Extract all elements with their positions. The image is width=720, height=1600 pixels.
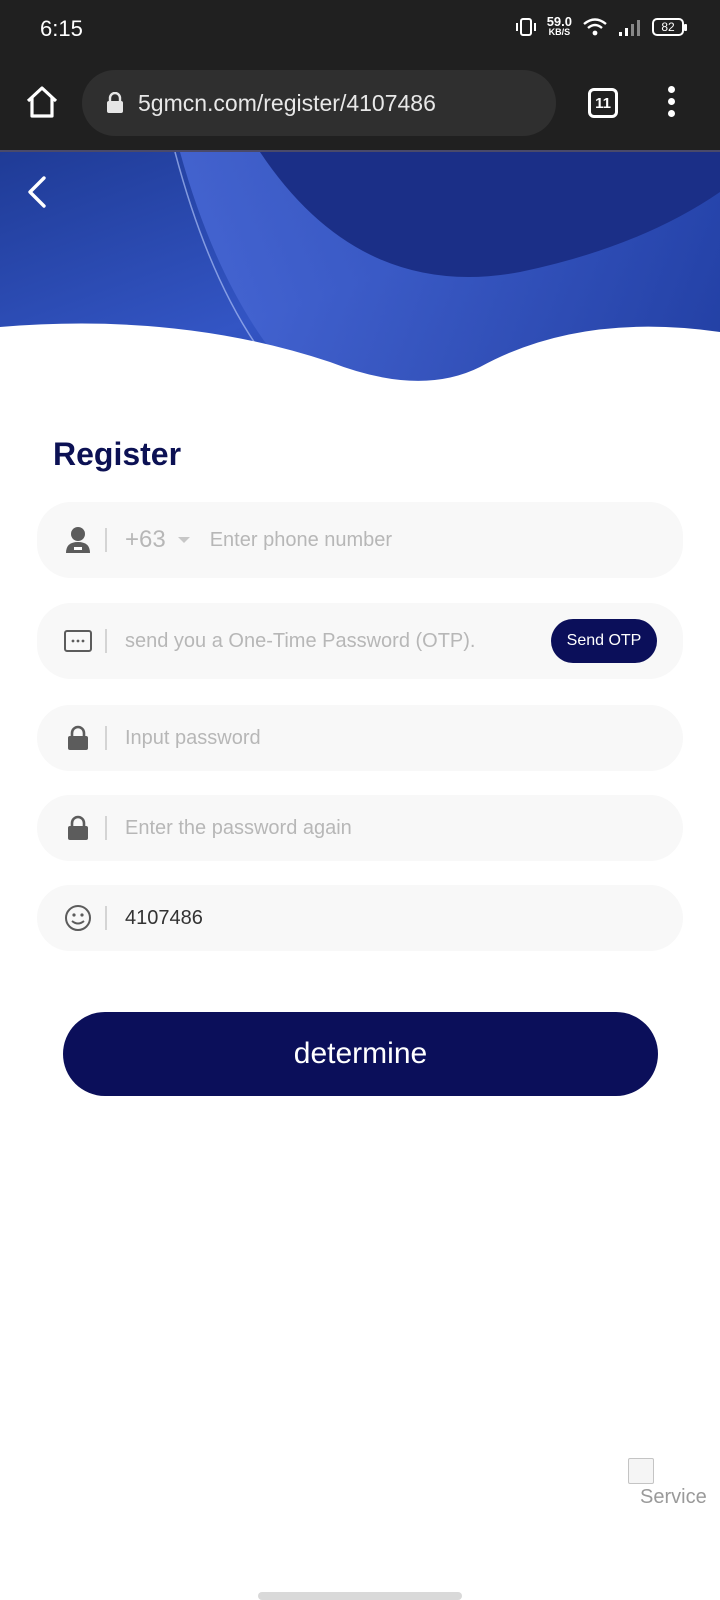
wifi-icon (583, 18, 607, 36)
status-bar: 6:15 59.0 KB/S 82 (0, 0, 720, 62)
otp-input[interactable]: send you a One-Time Password (OTP). (125, 630, 476, 653)
phone-field[interactable]: +63 Enter phone number (37, 502, 683, 578)
tab-switcher-button[interactable]: 11 (588, 88, 618, 118)
battery-icon: 82 (652, 18, 687, 36)
user-icon (63, 525, 93, 555)
gesture-nav-bar[interactable] (258, 1592, 462, 1600)
signal-icon (619, 20, 640, 36)
lock-icon (107, 92, 123, 113)
chevron-down-icon[interactable] (177, 537, 190, 543)
network-speed: 59.0 KB/S (546, 14, 572, 37)
customer-service-button[interactable]: Service (628, 1458, 718, 1518)
status-time: 6:15 (40, 16, 83, 41)
home-icon[interactable] (24, 84, 60, 120)
otp-field[interactable]: send you a One-Time Password (OTP). Send… (37, 603, 683, 679)
hero-banner (0, 152, 720, 412)
password-field[interactable]: Input password (37, 705, 683, 771)
address-bar[interactable]: 5gmcn.com/register/4107486 (82, 70, 556, 136)
page-title: Register (53, 436, 182, 472)
confirm-password-input[interactable]: Enter the password again (125, 817, 352, 840)
divider (105, 816, 107, 840)
divider (105, 528, 107, 552)
invite-code-field[interactable]: 4107486 (37, 885, 683, 951)
overflow-menu-icon[interactable] (664, 86, 678, 120)
url-text: 5gmcn.com/register/4107486 (138, 89, 436, 116)
status-icons: 59.0 KB/S 82 (515, 14, 687, 38)
keyboard-icon (63, 626, 93, 656)
smiley-icon (63, 903, 93, 933)
invite-code-input[interactable]: 4107486 (125, 907, 203, 930)
vibrate-icon (515, 18, 536, 36)
lock-icon (63, 813, 93, 843)
browser-toolbar: 5gmcn.com/register/4107486 11 (0, 62, 720, 152)
divider (105, 906, 107, 930)
determine-button[interactable]: determine (63, 1012, 658, 1096)
divider (105, 629, 107, 653)
divider (105, 726, 107, 750)
send-otp-button[interactable]: Send OTP (551, 619, 657, 663)
broken-image-icon (628, 1458, 654, 1484)
confirm-password-field[interactable]: Enter the password again (37, 795, 683, 861)
hero-background (0, 152, 720, 412)
password-input[interactable]: Input password (125, 727, 261, 750)
service-label: Service (640, 1486, 707, 1508)
country-code[interactable]: +63 (125, 526, 166, 554)
phone-input[interactable]: Enter phone number (210, 529, 392, 552)
back-arrow-icon[interactable] (22, 172, 52, 212)
lock-icon (63, 723, 93, 753)
